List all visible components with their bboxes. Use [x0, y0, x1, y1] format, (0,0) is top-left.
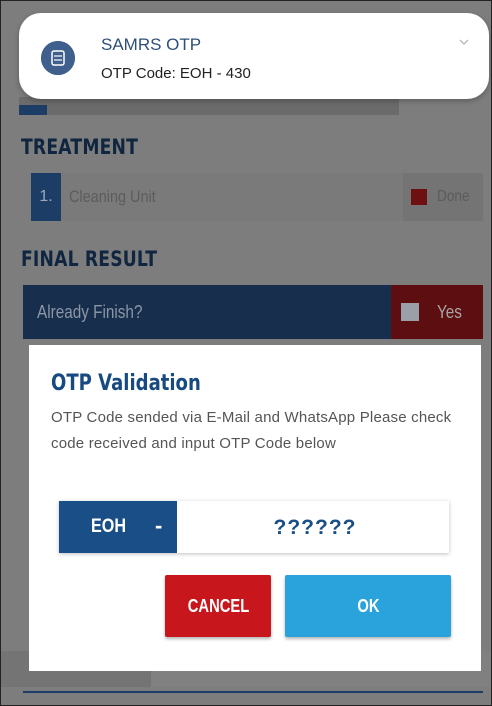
already-finish-row: Already Finish? Yes: [23, 285, 483, 339]
screen: TREATMENT 1. Cleaning Unit Done FINAL RE…: [0, 0, 492, 706]
notification-text: OTP Code: EOH - 430: [101, 65, 251, 82]
final-result-title: FINAL RESULT: [21, 247, 158, 271]
ok-button[interactable]: OK: [285, 575, 451, 637]
otp-validation-dialog: OTP Validation OTP Code sended via E-Mai…: [29, 345, 481, 671]
otp-notification[interactable]: SAMRS OTP OTP Code: EOH - 430: [19, 13, 489, 99]
already-finish-toggle: Yes: [391, 285, 483, 339]
treatment-done-toggle: Done: [403, 173, 483, 221]
treatment-done-label: Done: [437, 188, 470, 205]
checkbox-icon: [401, 303, 419, 321]
cancel-button[interactable]: CANCEL: [165, 575, 271, 637]
treatment-title: TREATMENT: [21, 135, 139, 159]
treatment-item-label: Cleaning Unit: [69, 187, 156, 206]
otp-prefix: EOH -: [59, 501, 177, 553]
cancel-button-label: CANCEL: [187, 596, 249, 616]
dialog-message: OTP Code sended via E-Mail and WhatsApp …: [51, 409, 452, 452]
previous-section-strip: [19, 97, 399, 115]
dialog-title: OTP Validation: [51, 371, 201, 396]
otp-code-input[interactable]: [177, 501, 453, 555]
otp-prefix-label: EOH: [91, 516, 127, 537]
treatment-item-number: 1.: [31, 173, 61, 221]
notification-app-name: SAMRS OTP: [101, 35, 202, 54]
otp-separator: -: [155, 513, 163, 538]
already-finish-answer: Yes: [437, 302, 462, 322]
checkbox-icon: [411, 189, 427, 205]
treatment-item: 1. Cleaning Unit Done: [31, 173, 483, 221]
otp-input-group: EOH -: [59, 501, 453, 555]
already-finish-label: Already Finish?: [37, 302, 143, 322]
ok-button-label: OK: [356, 596, 380, 616]
samrs-app-icon: [41, 41, 75, 75]
divider: [23, 691, 483, 693]
chevron-down-icon[interactable]: [459, 37, 469, 47]
